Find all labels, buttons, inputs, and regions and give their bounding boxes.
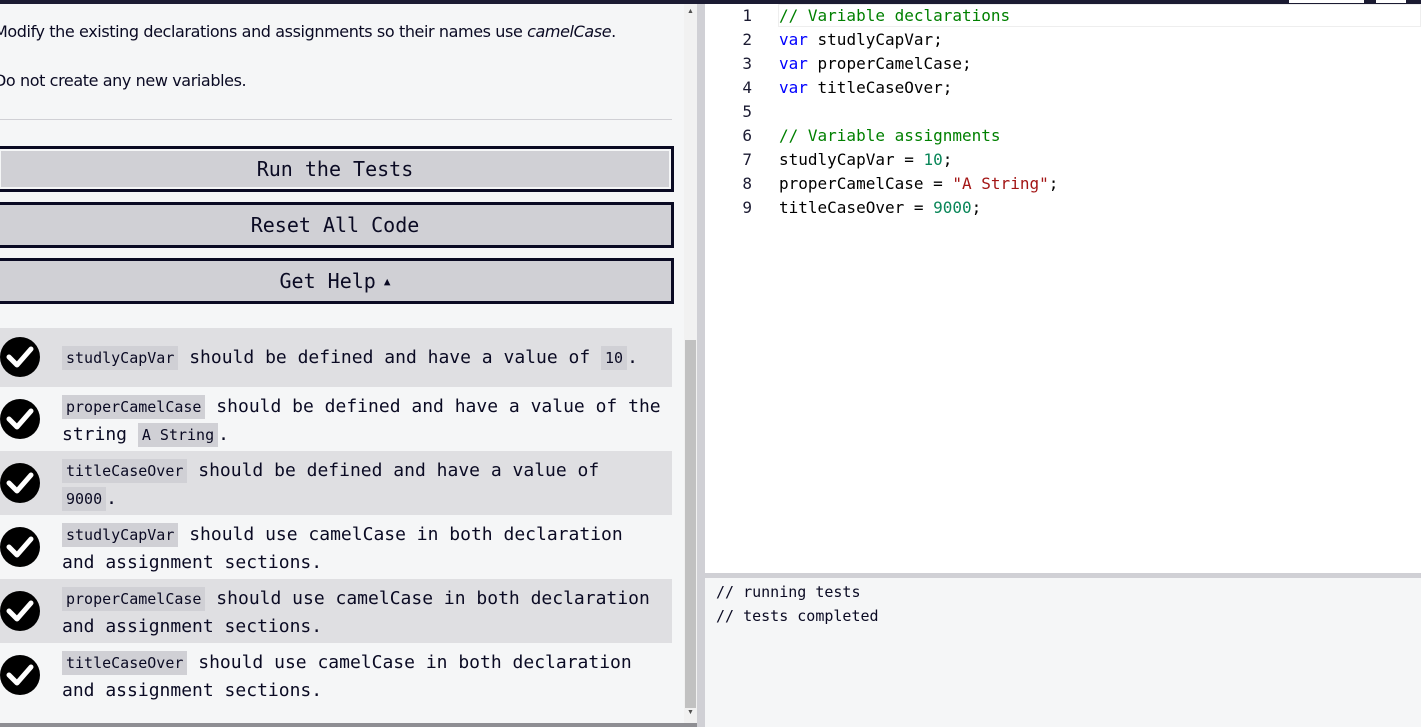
inline-code: properCamelCase bbox=[62, 395, 206, 419]
code-line[interactable]: studlyCapVar = 10; bbox=[779, 150, 952, 169]
code-punctuation: ; bbox=[962, 54, 972, 73]
line-number: 6 bbox=[742, 126, 752, 145]
test-result-row: studlyCapVar should use camelCase in bot… bbox=[0, 515, 672, 579]
line-number: 9 bbox=[742, 198, 752, 217]
code-line[interactable]: var studlyCapVar; bbox=[779, 30, 943, 49]
test-text: . bbox=[106, 488, 117, 509]
check-circle-icon bbox=[0, 591, 40, 631]
test-text: should be defined and have a value of bbox=[178, 347, 602, 368]
inline-code: titleCaseOver bbox=[62, 651, 188, 675]
bottom-bar bbox=[0, 723, 697, 727]
test-result-row: properCamelCase should be defined and ha… bbox=[0, 387, 672, 451]
test-description: studlyCapVar should be defined and have … bbox=[62, 344, 662, 372]
divider-line bbox=[0, 119, 672, 120]
line-number: 8 bbox=[742, 174, 752, 193]
code-comment: // Variable assignments bbox=[779, 126, 1001, 145]
code-line[interactable]: // Variable declarations bbox=[779, 6, 1010, 25]
test-description: titleCaseOver should use camelCase in bo… bbox=[62, 649, 662, 704]
nav-tab-edge[interactable] bbox=[1289, 0, 1364, 3]
code-string: "A String" bbox=[952, 174, 1049, 193]
inline-code: studlyCapVar bbox=[62, 346, 179, 370]
line-number: 7 bbox=[742, 150, 752, 169]
inline-code: studlyCapVar bbox=[62, 523, 179, 547]
code-number: 10 bbox=[923, 150, 943, 169]
code-punctuation: ; bbox=[942, 78, 953, 97]
run-tests-label: Run the Tests bbox=[256, 157, 414, 181]
test-text: should be defined and have a value of bbox=[187, 460, 600, 481]
instructions-panel: Modify the existing declarations and ass… bbox=[0, 4, 684, 723]
code-identifier: titleCaseOver = bbox=[779, 198, 934, 217]
inline-code: titleCaseOver bbox=[62, 459, 188, 483]
line-number: 5 bbox=[742, 102, 752, 121]
line-number: 4 bbox=[742, 78, 752, 97]
test-text: . bbox=[218, 424, 229, 445]
check-circle-icon bbox=[0, 527, 40, 567]
code-identifier: titleCaseOver bbox=[807, 78, 943, 97]
check-circle-icon bbox=[0, 655, 40, 695]
scrollbar-thumb[interactable] bbox=[685, 340, 696, 708]
description-period: . bbox=[611, 22, 616, 41]
test-result-row: properCamelCase should use camelCase in … bbox=[0, 579, 672, 643]
test-result-row: titleCaseOver should be defined and have… bbox=[0, 451, 672, 515]
code-keyword: var bbox=[779, 78, 808, 97]
test-description: titleCaseOver should be defined and have… bbox=[62, 457, 662, 513]
code-comment: // Variable declarations bbox=[779, 6, 1011, 25]
code-number: 9000 bbox=[933, 198, 972, 217]
check-circle-icon bbox=[0, 337, 40, 377]
inline-code: properCamelCase bbox=[62, 587, 206, 611]
code-identifier: studlyCapVar = bbox=[779, 150, 924, 169]
code-line[interactable]: var titleCaseOver; bbox=[779, 78, 952, 97]
code-punctuation: ; bbox=[933, 30, 943, 49]
get-help-label: Get Help bbox=[279, 269, 376, 293]
check-circle-icon bbox=[0, 399, 40, 439]
test-description: studlyCapVar should use camelCase in bot… bbox=[62, 521, 662, 576]
line-number: 1 bbox=[742, 6, 752, 25]
output-console: // running tests // tests completed bbox=[705, 578, 1421, 727]
caret-up-icon: ▲ bbox=[383, 274, 391, 288]
test-text: . bbox=[627, 347, 638, 368]
description-line-1: Modify the existing declarations and ass… bbox=[0, 22, 616, 41]
line-number: 2 bbox=[742, 30, 752, 49]
description-emphasis: camelCase bbox=[527, 22, 612, 41]
code-punctuation: ; bbox=[971, 198, 982, 217]
code-line[interactable]: var properCamelCase; bbox=[779, 54, 972, 73]
code-punctuation: ; bbox=[942, 150, 953, 169]
scroll-down-arrow-icon[interactable]: ▼ bbox=[687, 709, 694, 716]
description-line-2: Do not create any new variables. bbox=[0, 71, 247, 90]
reset-code-label: Reset All Code bbox=[250, 213, 420, 237]
test-description: properCamelCase should use camelCase in … bbox=[62, 585, 662, 640]
test-result-row: studlyCapVar should be defined and have … bbox=[0, 328, 672, 387]
code-punctuation: ; bbox=[1048, 174, 1059, 193]
code-identifier: properCamelCase = bbox=[779, 174, 953, 193]
console-line: // tests completed bbox=[716, 607, 879, 625]
code-keyword: var bbox=[779, 30, 808, 49]
inline-code: A String bbox=[137, 423, 219, 447]
code-line[interactable]: titleCaseOver = 9000; bbox=[779, 198, 981, 217]
code-editor[interactable]: 1 2 3 4 5 6 7 8 9 // Variable declarations var st… bbox=[705, 4, 1421, 573]
nav-tab-edge-2[interactable] bbox=[1376, 0, 1406, 3]
console-line: // running tests bbox=[716, 583, 861, 601]
code-identifier: studlyCapVar bbox=[807, 30, 934, 49]
test-description: properCamelCase should be defined and ha… bbox=[62, 393, 662, 449]
code-keyword: var bbox=[779, 54, 808, 73]
panel-resize-handle[interactable] bbox=[697, 4, 705, 727]
inline-code: 9000 bbox=[62, 487, 107, 511]
reset-code-button[interactable]: Reset All Code bbox=[0, 202, 674, 248]
get-help-button[interactable]: Get Help ▲ bbox=[0, 258, 674, 304]
inline-code: 10 bbox=[601, 346, 628, 370]
run-tests-button[interactable]: Run the Tests bbox=[0, 146, 674, 192]
scroll-up-arrow-icon[interactable]: ▲ bbox=[687, 8, 694, 15]
code-line[interactable]: properCamelCase = "A String"; bbox=[779, 174, 1058, 193]
code-line[interactable]: // Variable assignments bbox=[779, 126, 1001, 145]
check-circle-icon bbox=[0, 463, 40, 503]
code-identifier: properCamelCase bbox=[807, 54, 963, 73]
test-result-row: titleCaseOver should use camelCase in bo… bbox=[0, 643, 672, 707]
description-text: Modify the existing declarations and ass… bbox=[0, 22, 528, 41]
left-scrollbar[interactable]: ▲ ▼ bbox=[684, 4, 697, 723]
line-number: 3 bbox=[742, 54, 752, 73]
